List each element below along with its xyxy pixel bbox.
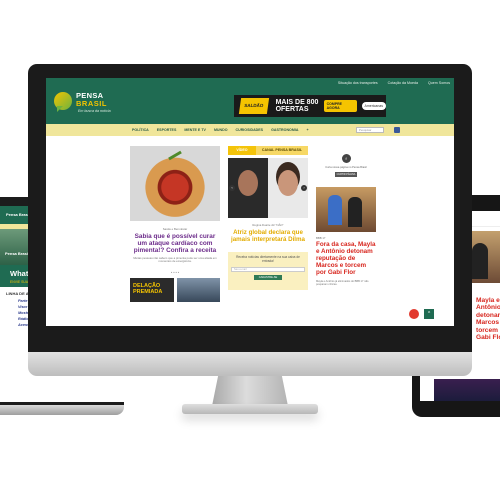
facebook-icon[interactable]: f xyxy=(341,154,351,163)
carousel-pager[interactable]: ● ● ● ● xyxy=(130,271,220,274)
nav-item-gastronomia[interactable]: GASTRONOMIA xyxy=(271,128,298,132)
laptop-site-title[interactable]: Pensa Brasil xyxy=(6,212,30,217)
video-thumbnail[interactable]: ‹ › xyxy=(228,158,308,218)
subscribe-button[interactable]: CADASTRE-SE xyxy=(254,274,282,280)
facebook-icon[interactable] xyxy=(394,127,400,133)
nav-item-more[interactable]: + xyxy=(306,128,308,132)
laptop-hero-brand: Pensa Brasil xyxy=(5,251,30,256)
site-header: Situação dos transportes Cotação da Moed… xyxy=(46,78,454,124)
monitor-stand-foot xyxy=(182,404,318,414)
banner-cta-button[interactable]: COMPRE AGORA xyxy=(323,100,357,112)
monitor-stand-neck xyxy=(212,376,288,406)
tab-canal-pensa-brasil[interactable]: CANAL PENSA BRASIL xyxy=(256,146,308,155)
tablet-bottom-image[interactable] xyxy=(434,379,500,401)
video-category: Regina Duarte diz "NÃO" xyxy=(252,223,284,227)
desktop-screen: Situação dos transportes Cotação da Moed… xyxy=(46,78,454,326)
sidebar-right: f Curta nossa página no Pensa Brasil CUR… xyxy=(316,154,376,286)
search-input[interactable]: Pesquisar xyxy=(356,127,384,133)
nav-item-mente-tv[interactable]: MENTE E TV xyxy=(184,128,206,132)
nav-item-mundo[interactable]: MUNDO xyxy=(214,128,228,132)
chevron-right-icon[interactable]: › xyxy=(301,185,307,191)
site-logo[interactable]: PENSA BRASIL Em busca da notícia xyxy=(54,90,114,116)
chevron-left-icon[interactable]: ‹ xyxy=(229,185,235,191)
newsletter-text: Receba notícias diretamente na sua caixa… xyxy=(236,255,300,263)
email-field[interactable]: Seu e-mail xyxy=(231,266,305,272)
article-category: BBB 17 xyxy=(316,236,326,240)
banner-brand: SALDÃO xyxy=(238,98,269,114)
desktop-monitor: Situação dos transportes Cotação da Moed… xyxy=(28,64,472,352)
video-tabs: VÍDEO CANAL PENSA BRASIL xyxy=(228,146,308,155)
pepper-article-image[interactable] xyxy=(130,146,220,221)
featured-article-left: Saúde e Bem-Estar Sabia que é possível c… xyxy=(130,146,220,303)
bbb-article-image[interactable] xyxy=(316,187,376,232)
like-page-button[interactable]: CURTIR PÁGINA xyxy=(335,172,357,177)
topbar-link-currency[interactable]: Cotação da Moeda xyxy=(388,81,418,85)
main-nav: POLÍTICA ESPORTES MENTE E TV MUNDO CURIO… xyxy=(46,124,454,136)
banner-partner-logo: Americanas xyxy=(361,102,386,110)
video-section: VÍDEO CANAL PENSA BRASIL ‹ › Regina Duar… xyxy=(228,146,308,290)
related-thumbnails: DELAÇÃO PREMIADA xyxy=(130,278,220,303)
device-mockup-scene: Pensa Brasil Pensa Brasil WhatsApp ENVIE… xyxy=(0,0,500,500)
article-excerpt: Mayla e Antônio já eliminados do BBB 17 … xyxy=(316,280,369,287)
monitor-chin xyxy=(28,352,472,376)
ad-banner[interactable]: SALDÃO MAIS DE 800 OFERTAS COMPRE AGORA … xyxy=(234,95,386,117)
video-title[interactable]: Atriz global declara que jamais interpre… xyxy=(228,229,308,243)
laptop-base xyxy=(0,405,124,415)
tablet-article-title[interactable]: Mayla e Antônio detonam Marcos e torcem … xyxy=(476,297,500,341)
back-to-top-button[interactable]: ^ xyxy=(424,309,434,319)
topbar-link-transport[interactable]: Situação dos transportes xyxy=(338,81,378,85)
thumbnail-person-left xyxy=(238,170,258,196)
thumbnail-person-right xyxy=(278,170,298,196)
facebook-promo-text: Curta nossa página no Pensa Brasil xyxy=(325,166,367,169)
topbar-link-about[interactable]: Quem Somos xyxy=(428,81,450,85)
notification-icon[interactable] xyxy=(409,309,419,319)
speech-bubble-icon xyxy=(54,92,72,110)
article-title[interactable]: Sabia que é possível curar um ataque car… xyxy=(130,233,220,255)
article-category: Saúde e Bem-Estar xyxy=(162,227,188,231)
newsletter-box: Receba notícias diretamente na sua caixa… xyxy=(228,252,308,290)
logo-tagline: Em busca da notícia xyxy=(78,109,111,113)
article-title[interactable]: Fora da casa, Mayla e Antônio detonam re… xyxy=(316,241,376,276)
banner-offer-text: MAIS DE 800 OFERTAS xyxy=(275,98,319,114)
nav-item-esportes[interactable]: ESPORTES xyxy=(157,128,177,132)
nav-item-politica[interactable]: POLÍTICA xyxy=(132,128,149,132)
logo-word-2: BRASIL xyxy=(76,99,107,108)
article-excerpt: Muitas pessoas não sabem que a pimenta p… xyxy=(133,255,217,264)
related-thumb-delacao[interactable]: DELAÇÃO PREMIADA xyxy=(130,278,174,303)
related-thumb-photo[interactable] xyxy=(177,278,220,303)
tab-video[interactable]: VÍDEO xyxy=(228,146,256,155)
nav-item-curiosidades[interactable]: CURIOSIDADES xyxy=(236,128,264,132)
top-utility-bar: Situação dos transportes Cotação da Moed… xyxy=(338,81,450,85)
